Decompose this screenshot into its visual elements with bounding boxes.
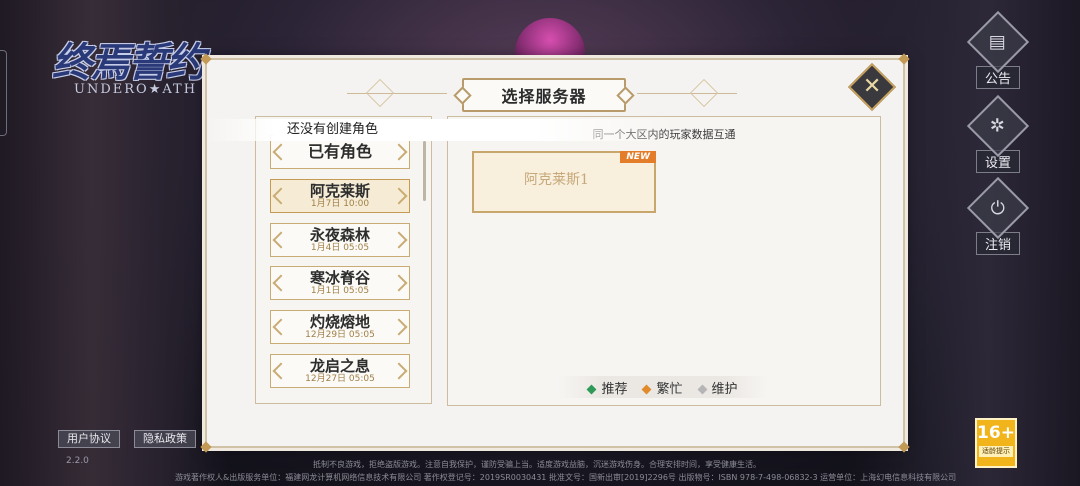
server-select-dialog: 选择服务器 ✕ 已有角色 阿克莱斯 1月7日 10:00 永夜森林 1月4日 0…: [200, 53, 910, 453]
server-name: 永夜森林: [309, 225, 370, 244]
legend-recommended: 推荐: [587, 378, 627, 397]
title-deco-diamond: [365, 78, 395, 108]
server-card[interactable]: 阿克莱斯1 NEW: [472, 151, 656, 213]
age-rating: 16+: [977, 423, 1015, 443]
diamond-icon: [587, 384, 597, 394]
privacy-policy-button[interactable]: 隐私政策: [134, 430, 196, 448]
logo-subtitle: UNDERO★ATH: [74, 82, 198, 97]
version-info: 2.2.0: [66, 456, 89, 466]
diamond-icon: [642, 384, 652, 394]
server-name: 寒冰脊谷: [309, 268, 370, 287]
server-open-time: 12月29日 05:05: [305, 329, 375, 340]
title-deco-line-left: [347, 93, 447, 94]
server-item[interactable]: 阿克莱斯 1月7日 10:00: [270, 179, 410, 213]
dialog-title: 选择服务器: [462, 78, 626, 112]
notice-icon: ▤: [966, 10, 1030, 74]
server-card-name: 阿克莱斯1: [524, 172, 589, 188]
server-open-time: 1月7日 10:00: [310, 198, 370, 209]
age-rating-note: 适龄提示: [979, 446, 1013, 457]
legend-busy: 繁忙: [642, 378, 683, 397]
server-item[interactable]: 灼烧熔地 12月29日 05:05: [270, 310, 410, 344]
title-deco-diamond: [689, 78, 719, 108]
age-rating-badge[interactable]: 16+ 适龄提示: [975, 418, 1017, 468]
publisher-info: 游戏著作权人&出版服务单位：福建网龙计算机网络信息技术有限公司 著作权登记号：2…: [175, 473, 957, 482]
server-name: 已有角色: [307, 142, 372, 161]
logout-button[interactable]: ⏻ 注销: [966, 176, 1030, 255]
left-edge-tab[interactable]: [0, 50, 7, 136]
status-legend: 推荐 繁忙 维护: [558, 376, 768, 398]
server-item[interactable]: 寒冰脊谷 1月1日 05:05: [270, 266, 410, 300]
logo-title: 终焉誓约: [52, 39, 206, 86]
server-open-time: 1月4日 05:05: [310, 242, 370, 253]
settings-button[interactable]: ✲ 设置: [966, 94, 1030, 173]
server-name: 灼烧熔地: [309, 312, 370, 331]
server-item[interactable]: 龙启之息 12月27日 05:05: [270, 354, 410, 388]
notice-button[interactable]: ▤ 公告: [966, 10, 1030, 89]
legend-maintenance: 维护: [697, 378, 738, 397]
server-name: 阿克莱斯: [309, 181, 370, 200]
diamond-icon: [697, 384, 707, 394]
close-button[interactable]: ✕: [847, 62, 897, 112]
new-badge: NEW: [620, 151, 656, 163]
close-icon: ✕: [862, 74, 882, 99]
server-open-time: 1月1日 05:05: [310, 285, 370, 296]
title-deco-line-right: [637, 93, 737, 94]
no-character-toast: 还没有创建角色: [205, 119, 675, 141]
health-notice: 抵制不良游戏，拒绝盗版游戏。注意自我保护，谨防受骗上当。适度游戏益脑，沉迷游戏伤…: [313, 460, 761, 469]
server-item[interactable]: 永夜森林 1月4日 05:05: [270, 223, 410, 257]
settings-icon: ✲: [966, 94, 1030, 158]
server-open-time: 12月27日 05:05: [305, 373, 375, 384]
user-agreement-button[interactable]: 用户协议: [58, 430, 120, 448]
server-name: 龙启之息: [309, 356, 370, 375]
power-icon: ⏻: [966, 176, 1030, 240]
server-list-scrollbar[interactable]: [423, 141, 426, 201]
server-detail-panel: 同一个大区内的玩家数据互通 阿克莱斯1 NEW 推荐 繁忙 维护: [447, 116, 881, 406]
server-list[interactable]: 已有角色 阿克莱斯 1月7日 10:00 永夜森林 1月4日 05:05 寒冰脊…: [255, 116, 432, 404]
